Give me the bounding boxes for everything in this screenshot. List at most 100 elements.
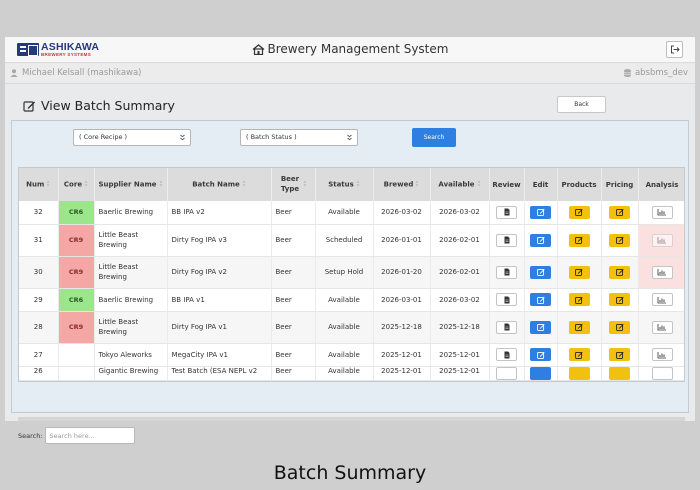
- table-row[interactable]: 32 CR6 Baerlic Brewing BB IPA v2 Beer Av…: [19, 201, 684, 225]
- products-button[interactable]: [568, 205, 590, 219]
- column-header-available[interactable]: Available: [430, 168, 490, 201]
- footer-search-input[interactable]: [44, 427, 135, 444]
- column-header-brewed[interactable]: Brewed: [373, 168, 431, 201]
- cell-brewed: 2026-01-20: [373, 256, 431, 289]
- edit-button[interactable]: [530, 348, 551, 361]
- edit-icon: [536, 268, 545, 276]
- cell-pricing: [601, 311, 639, 344]
- cell-edit: [524, 288, 558, 312]
- pricing-button[interactable]: [609, 265, 630, 279]
- table-row[interactable]: 28 CR9 Little Beast Brewing Dirty Fog IP…: [19, 311, 684, 344]
- products-button[interactable]: [568, 348, 590, 361]
- review-button[interactable]: [496, 233, 517, 247]
- column-header-num[interactable]: Num: [19, 168, 59, 201]
- cell-num: 30: [19, 256, 59, 289]
- edit-icon: [575, 268, 583, 276]
- table-row[interactable]: 29 CR6 Baerlic Brewing BB IPA v1 Beer Av…: [19, 288, 684, 312]
- edit-icon: [615, 209, 624, 217]
- cell-available: 2026-03-02: [430, 201, 490, 225]
- cell-status: Setup Hold: [315, 256, 374, 289]
- horizontal-scrollbar[interactable]: [18, 417, 685, 421]
- bar-chart-icon: [657, 269, 666, 276]
- edit-button[interactable]: [530, 265, 551, 279]
- cell-status: Available: [315, 366, 374, 381]
- review-button[interactable]: [496, 348, 517, 361]
- database-icon: [624, 69, 631, 77]
- sort-icon: [159, 180, 163, 189]
- footer-search-label: Search:: [18, 431, 43, 440]
- column-header-supplier[interactable]: Supplier Name: [94, 168, 168, 201]
- logout-button[interactable]: [666, 41, 683, 58]
- table-row[interactable]: 30 CR9 Little Beast Brewing Dirty Fog IP…: [19, 256, 684, 289]
- app-title: Brewery Management System: [5, 42, 695, 56]
- analysis-button[interactable]: [651, 293, 673, 306]
- pricing-button[interactable]: [609, 293, 630, 306]
- table-row[interactable]: 27 Tokyo Aleworks MegaCity IPA v1 Beer A…: [19, 343, 684, 367]
- analysis-button[interactable]: [651, 320, 673, 334]
- products-button[interactable]: [568, 366, 590, 380]
- column-header-status[interactable]: Status: [315, 168, 374, 201]
- batch-status-value: ( Batch Status ): [246, 133, 297, 141]
- products-button[interactable]: [568, 233, 590, 247]
- products-button[interactable]: [568, 293, 590, 306]
- edit-button[interactable]: [530, 205, 551, 219]
- table-row[interactable]: 31 CR9 Little Beast Brewing Dirty Fog IP…: [19, 224, 684, 257]
- chevron-down-icon: [347, 134, 352, 141]
- review-button[interactable]: [496, 320, 517, 334]
- sort-icon: [356, 180, 360, 189]
- bar-chart-icon: [657, 296, 666, 303]
- cell-available: 2026-03-02: [430, 288, 490, 312]
- edit-button[interactable]: [530, 320, 551, 334]
- batch-status-select[interactable]: ( Batch Status ): [240, 129, 358, 146]
- edit-button[interactable]: [530, 293, 551, 306]
- review-button[interactable]: [496, 205, 517, 219]
- document-icon: [504, 268, 509, 276]
- review-button[interactable]: [496, 265, 517, 279]
- column-header-batch-name[interactable]: Batch Name: [167, 168, 272, 201]
- cell-supplier: Baerlic Brewing: [94, 201, 168, 225]
- pricing-button[interactable]: [609, 205, 630, 219]
- products-button[interactable]: [568, 265, 590, 279]
- home-icon[interactable]: [252, 44, 264, 55]
- column-header-core[interactable]: Core: [58, 168, 95, 201]
- cell-edit: [524, 366, 558, 381]
- analysis-button[interactable]: [651, 348, 673, 361]
- pricing-button[interactable]: [609, 348, 630, 361]
- analysis-button[interactable]: [651, 265, 673, 279]
- table-row[interactable]: 26 Gigantic Brewing Test Batch (ESA NEPL…: [19, 366, 684, 381]
- analysis-button[interactable]: [651, 205, 673, 219]
- analysis-button[interactable]: [651, 233, 673, 247]
- edit-icon: [615, 351, 624, 359]
- cell-status: Available: [315, 288, 374, 312]
- document-icon: [504, 323, 509, 331]
- review-button[interactable]: [496, 293, 517, 306]
- database-indicator: absbms_dev: [624, 68, 688, 78]
- edit-icon: [536, 296, 545, 304]
- column-header-edit: Edit: [524, 168, 558, 201]
- cell-edit: [524, 343, 558, 367]
- sort-icon: [415, 180, 419, 189]
- core-recipe-select[interactable]: ( Core Recipe ): [73, 129, 191, 146]
- column-header-review: Review: [489, 168, 525, 201]
- sort-icon: [303, 180, 307, 189]
- cell-supplier: Baerlic Brewing: [94, 288, 168, 312]
- cell-analysis: [638, 366, 684, 381]
- analysis-button[interactable]: [651, 366, 673, 380]
- search-button[interactable]: Search: [412, 128, 456, 147]
- cell-edit: [524, 256, 558, 289]
- cell-review: [489, 366, 525, 381]
- pricing-button[interactable]: [609, 366, 630, 380]
- products-button[interactable]: [568, 320, 590, 334]
- column-header-beer-type[interactable]: Beer Type: [271, 168, 316, 201]
- cell-core: CR9: [58, 311, 95, 344]
- edit-button[interactable]: [530, 366, 551, 380]
- edit-button[interactable]: [530, 233, 551, 247]
- back-button[interactable]: Back: [557, 96, 606, 113]
- pricing-button[interactable]: [609, 233, 630, 247]
- pricing-button[interactable]: [609, 320, 630, 334]
- cell-edit: [524, 201, 558, 225]
- review-button[interactable]: [496, 366, 517, 380]
- cell-beer-type: Beer: [271, 288, 316, 312]
- cell-batch-name: BB IPA v2: [167, 201, 272, 225]
- cell-beer-type: Beer: [271, 366, 316, 381]
